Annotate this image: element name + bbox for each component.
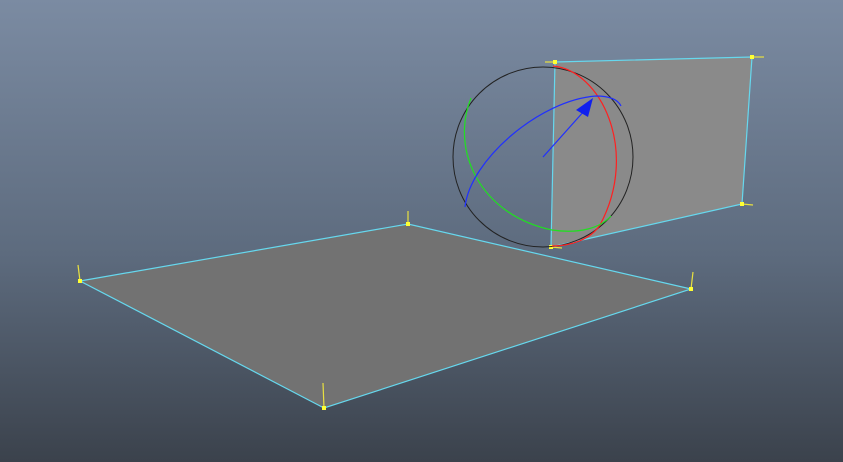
3d-viewport[interactable] — [0, 0, 843, 462]
wall-plane[interactable] — [545, 55, 764, 249]
floor-plane[interactable] — [77, 211, 694, 410]
scene-canvas[interactable] — [0, 0, 843, 462]
